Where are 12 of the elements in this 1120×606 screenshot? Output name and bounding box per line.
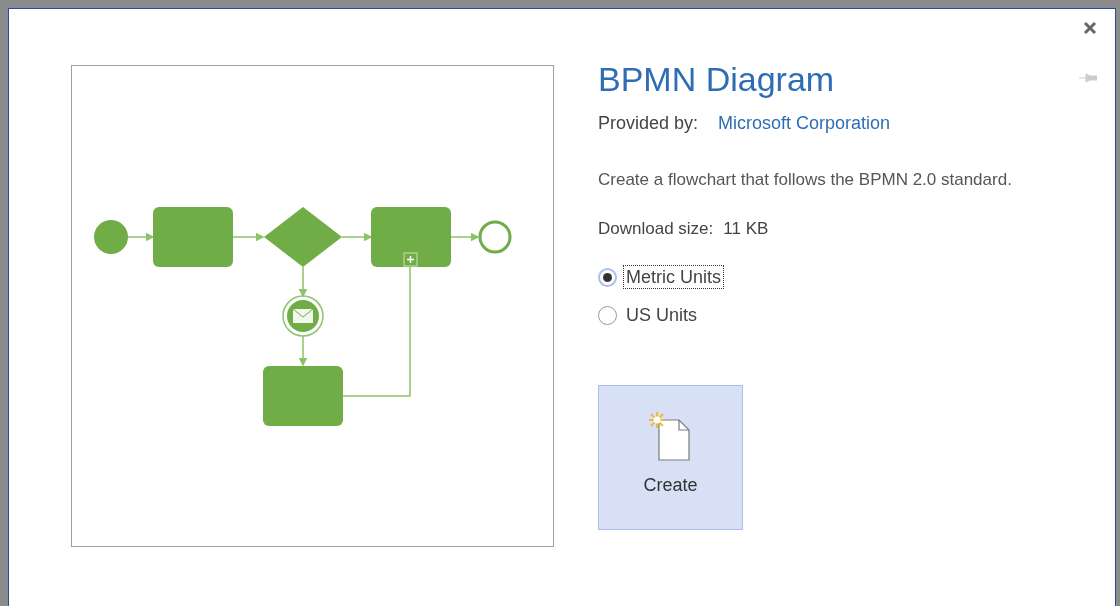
provider-label: Provided by: [598,112,699,135]
provider-name: Microsoft Corporation [718,112,891,135]
download-size-value: 11 KB [723,218,769,240]
template-title: BPMN Diagram [598,59,836,99]
radio-button[interactable] [598,267,617,287]
radio-label[interactable]: US Units [623,303,700,327]
close-icon[interactable] [1083,21,1097,35]
template-description: Create a flowchart that follows the BPMN 2.0 standard. [598,169,1013,191]
create-button[interactable]: Create [598,385,743,530]
radio-button[interactable] [598,305,617,325]
download-size-label: Download size: [598,218,714,240]
radio-label[interactable]: Metric Units [623,265,724,289]
